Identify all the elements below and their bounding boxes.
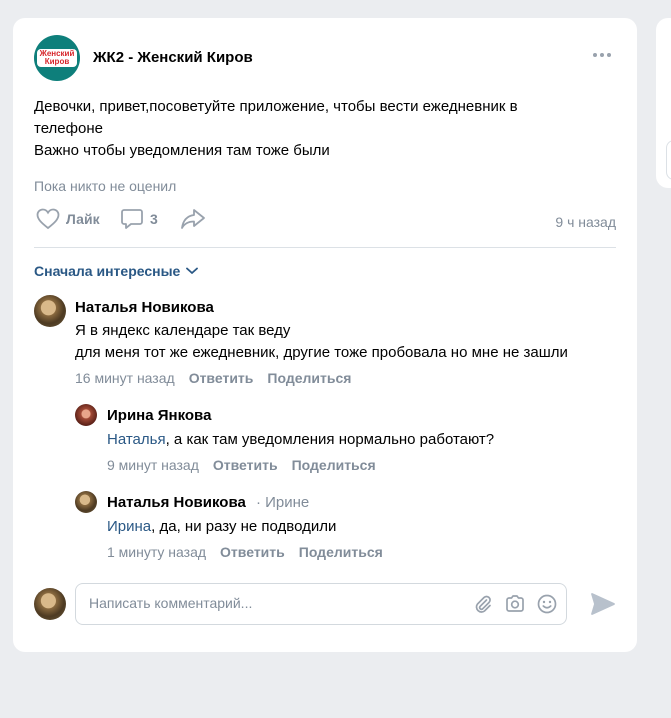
my-avatar[interactable] <box>34 588 66 620</box>
reply-to-label[interactable]: · Ирине <box>256 494 309 511</box>
post-text-line: телефоне <box>34 120 103 137</box>
comment-icon <box>121 209 143 229</box>
comment-meta: 16 минут назад Ответить Поделиться <box>75 370 351 386</box>
post-text-line: Девочки, привет,посоветуйте приложение, … <box>34 98 518 115</box>
group-avatar[interactable]: Женский Киров <box>34 35 80 81</box>
like-label: Лайк <box>66 211 100 227</box>
logo-line-2: Киров <box>44 57 70 66</box>
attach-icon[interactable] <box>472 593 494 615</box>
side-panel-field[interactable] <box>666 140 671 180</box>
reply-button[interactable]: Ответить <box>213 457 278 473</box>
comment-author[interactable]: Наталья Новикова <box>75 299 214 316</box>
mention-link[interactable]: Ирина <box>107 518 151 535</box>
comment-author-name[interactable]: Наталья Новикова <box>107 494 246 511</box>
post-text: Девочки, привет,посоветуйте приложение, … <box>34 96 614 162</box>
comments-button[interactable]: 3 <box>120 208 158 230</box>
avatar[interactable] <box>75 491 97 513</box>
reply-button[interactable]: Ответить <box>189 370 254 386</box>
group-name[interactable]: ЖК2 - Женский Киров <box>93 49 253 66</box>
post-actions: Лайк 3 9 ч назад <box>34 208 616 236</box>
avatar[interactable] <box>75 404 97 426</box>
more-options-icon[interactable] <box>593 53 611 57</box>
comment-text-line: для меня тот же ежедневник, другие тоже … <box>75 344 568 361</box>
share-comment-button[interactable]: Поделиться <box>267 370 351 386</box>
comment-text: Я в яндекс календаре так веду для меня т… <box>75 320 568 364</box>
emoji-icon[interactable] <box>536 593 558 615</box>
post-card: Женский Киров ЖК2 - Женский Киров Девочк… <box>13 18 637 652</box>
mention-link[interactable]: Наталья <box>107 431 166 448</box>
like-button[interactable]: Лайк <box>36 208 100 230</box>
send-icon[interactable] <box>590 592 616 616</box>
comment-text: Ирина, да, ни разу не подводили <box>107 516 336 538</box>
comment-input[interactable] <box>89 595 449 611</box>
comment-time[interactable]: 16 минут назад <box>75 370 175 386</box>
comment-author: Наталья Новикова · Ирине <box>107 494 309 511</box>
comments-count: 3 <box>150 211 158 227</box>
comment-text-body: , да, ни разу не подводили <box>151 518 337 535</box>
comment-sort-dropdown[interactable]: Сначала интересные <box>34 263 199 279</box>
no-likes-text: Пока никто не оценил <box>34 178 177 194</box>
camera-icon[interactable] <box>504 593 526 615</box>
comment-time[interactable]: 1 минуту назад <box>107 544 206 560</box>
post-time[interactable]: 9 ч назад <box>555 214 616 230</box>
comment-meta: 1 минуту назад Ответить Поделиться <box>107 544 383 560</box>
comment-author[interactable]: Ирина Янкова <box>107 407 211 424</box>
share-comment-button[interactable]: Поделиться <box>299 544 383 560</box>
comment-text-body: , а как там уведомления нормально работа… <box>165 431 495 448</box>
share-comment-button[interactable]: Поделиться <box>292 457 376 473</box>
comment-text-line: Я в яндекс календаре так веду <box>75 322 291 339</box>
heart-icon <box>36 208 60 230</box>
comment-time[interactable]: 9 минут назад <box>107 457 199 473</box>
sort-label: Сначала интересные <box>34 263 181 279</box>
share-button[interactable] <box>180 208 206 230</box>
composer-icons <box>472 593 558 615</box>
post-text-line: Важно чтобы уведомления там тоже были <box>34 142 330 159</box>
comment-text: Наталья, а как там уведомления нормально… <box>107 429 494 451</box>
comment-meta: 9 минут назад Ответить Поделиться <box>107 457 376 473</box>
reply-button[interactable]: Ответить <box>220 544 285 560</box>
divider <box>34 247 616 248</box>
share-icon <box>181 209 205 229</box>
group-logo: Женский Киров <box>36 49 78 67</box>
chevron-down-icon <box>186 267 199 274</box>
avatar[interactable] <box>34 295 66 327</box>
comment-composer <box>75 583 567 625</box>
